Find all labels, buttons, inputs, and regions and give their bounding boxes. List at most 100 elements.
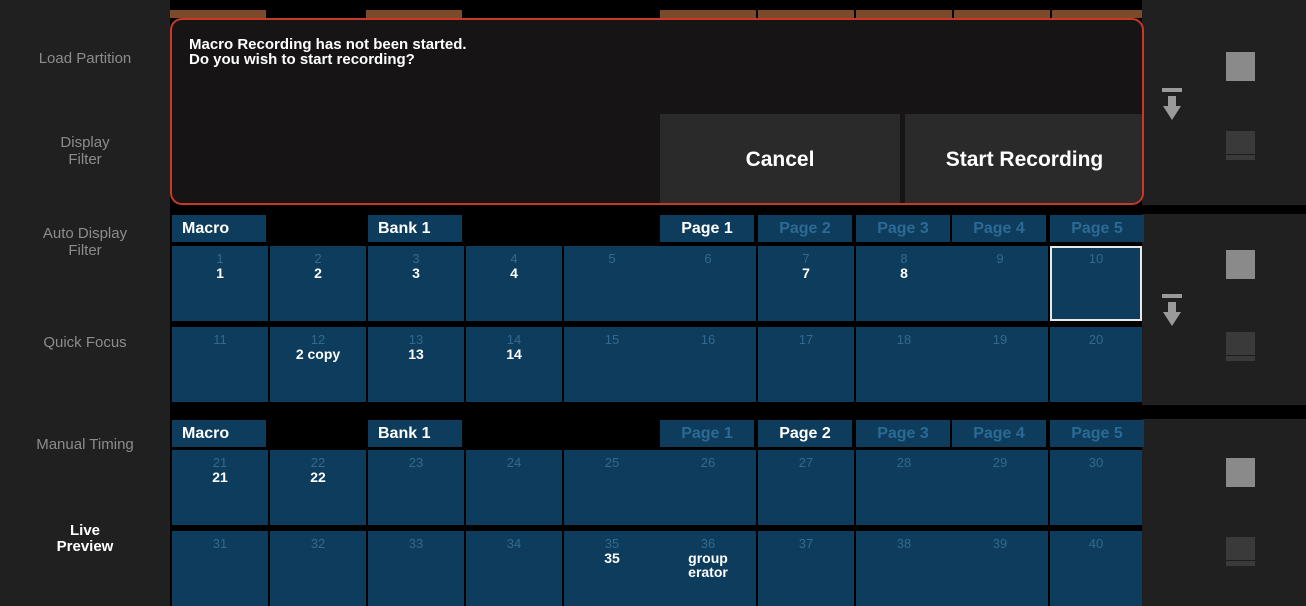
sidebar-item-display-filter[interactable]: Display Filter [0,134,170,168]
macro-label: 3 [412,265,420,281]
macro-number: 29 [992,455,1008,470]
page-tab-3[interactable]: Page 3 [856,420,950,447]
macro-cell[interactable]: 12 2 copy [270,327,366,402]
fader-button-icon[interactable] [1226,458,1255,487]
macro-label: 13 [408,346,424,362]
right-panel [1142,0,1306,606]
macro-number: 28 [896,455,912,470]
macro-cell[interactable]: 6 [660,246,756,321]
macro-number: 13 [408,332,424,347]
page-tab-5[interactable]: Page 5 [1050,215,1144,242]
macro-cell[interactable]: 40 [1050,531,1142,606]
bank-label[interactable]: Bank 1 [368,215,462,242]
macro-cell[interactable]: 19 [952,327,1048,402]
macro-label: 2 copy [295,346,341,362]
page-tab-1[interactable]: Page 1 [660,420,754,447]
macro-number: 21 [212,455,228,470]
macro-cell[interactable]: 10 [1050,246,1142,321]
macro-cell[interactable]: 23 [368,450,464,525]
macro-cell[interactable]: 27 [758,450,854,525]
macro-cell[interactable]: 24 [466,450,562,525]
macro-cell[interactable]: 39 [952,531,1048,606]
dialog-message: Macro Recording has not been started. Do… [189,36,467,68]
macro-cell[interactable]: 22 [270,246,366,321]
macro-cell[interactable]: 16 [660,327,756,402]
arrow-down-to-line-icon[interactable] [1160,290,1186,330]
macro-cell[interactable]: 21 21 [172,450,268,525]
macro-cell[interactable]: 31 [172,531,268,606]
macro-cell[interactable]: 36 group erator [660,531,756,606]
macro-cell[interactable]: 14 14 [466,327,562,402]
macro-label: 14 [506,346,522,362]
macro-number: 7 [802,251,810,266]
macro-cell[interactable]: 35 35 [564,531,660,606]
right-panel-block-top [1142,0,1306,205]
macro-number: 19 [992,332,1008,347]
page-tab-4[interactable]: Page 4 [952,215,1046,242]
macro-cell[interactable]: 9 [952,246,1048,321]
macro-cell[interactable]: 13 13 [368,327,464,402]
macro-cell[interactable]: 32 [270,531,366,606]
macro-cell[interactable]: 5 [564,246,660,321]
fader-button-dim-icon[interactable] [1226,537,1255,566]
macro-number: 35 [604,536,620,551]
cancel-button[interactable]: Cancel [660,114,900,203]
sidebar-item-manual-timing[interactable]: Manual Timing [0,436,170,453]
macro-cell[interactable]: 88 [856,246,952,321]
macro-number: 31 [212,536,228,551]
arrow-down-to-line-icon[interactable] [1160,84,1186,124]
macro-cell[interactable]: 17 [758,327,854,402]
macro-recording-dialog: Macro Recording has not been started. Do… [170,18,1144,205]
fader-button-dim-icon[interactable] [1226,131,1255,160]
macro-cell[interactable]: 11 [172,246,268,321]
macro-number: 4 [510,251,518,266]
fader-button-icon[interactable] [1226,250,1255,279]
fader-button-dim-icon[interactable] [1226,332,1255,361]
fader-button-icon[interactable] [1226,52,1255,81]
macro-cell[interactable]: 38 [856,531,952,606]
page-tab-5[interactable]: Page 5 [1050,420,1144,447]
macro-cell[interactable]: 22 22 [270,450,366,525]
macro-cell[interactable]: 30 [1050,450,1142,525]
macro-cell[interactable]: 18 [856,327,952,402]
macro-label: 22 [310,469,326,485]
page-tab-1[interactable]: Page 1 [660,215,754,242]
macro-number: 11 [213,332,227,347]
sidebar-item-live-preview[interactable]: Live Preview [0,523,170,555]
macro-cell[interactable]: 20 [1050,327,1142,402]
sidebar-item-load-partition[interactable]: Load Partition [0,50,170,67]
macro-number: 26 [700,455,716,470]
macro-cell[interactable]: 33 [368,246,464,321]
sidebar-item-quick-focus[interactable]: Quick Focus [0,334,170,351]
macro-label: 2 [314,265,322,281]
page-tab-4[interactable]: Page 4 [952,420,1046,447]
macro-label: 21 [212,469,228,485]
macro-cell[interactable]: 33 [368,531,464,606]
macro-cell[interactable]: 25 [564,450,660,525]
macro-label: 8 [900,265,908,281]
macro-cell[interactable]: 15 [564,327,660,402]
macro-cell[interactable]: 44 [466,246,562,321]
sidebar-item-auto-display-filter[interactable]: Auto Display Filter [0,225,170,259]
macro-number: 27 [798,455,814,470]
macro-number: 25 [604,455,620,470]
macro-number: 5 [608,251,616,266]
page-tab-3[interactable]: Page 3 [856,215,950,242]
page-tab-2[interactable]: Page 2 [758,215,852,242]
macro-number: 8 [900,251,908,266]
macro-cell[interactable]: 26 [660,450,756,525]
macro-type-label: Macro [172,420,266,447]
macro-cell[interactable]: 28 [856,450,952,525]
page-tab-2[interactable]: Page 2 [758,420,852,447]
macro-number: 30 [1088,455,1104,470]
bank-label[interactable]: Bank 1 [368,420,462,447]
start-recording-button[interactable]: Start Recording [905,114,1142,203]
macro-cell[interactable]: 77 [758,246,854,321]
macro-number: 2 [314,251,322,266]
macro-cell[interactable]: 11 [172,327,268,402]
macro-cell[interactable]: 29 [952,450,1048,525]
macro-number: 36 [700,536,716,551]
macro-number: 15 [604,332,620,347]
macro-cell[interactable]: 34 [466,531,562,606]
macro-cell[interactable]: 37 [758,531,854,606]
